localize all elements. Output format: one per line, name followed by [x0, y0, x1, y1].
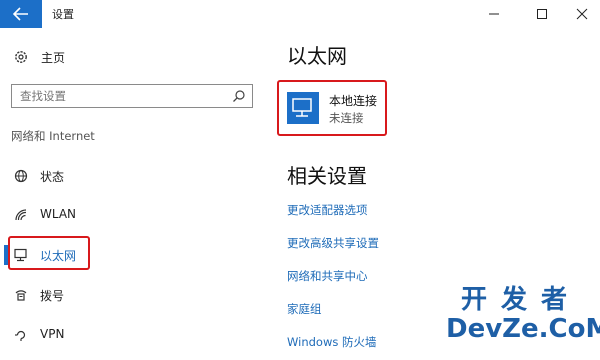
back-arrow-icon	[13, 7, 28, 21]
sidebar-item-dialup[interactable]: 拨号	[0, 280, 255, 310]
watermark-line1: 开发者	[460, 285, 581, 315]
search-icon[interactable]	[232, 89, 246, 103]
sidebar-item-status[interactable]: 状态	[0, 161, 255, 191]
related-settings-title: 相关设置	[287, 164, 367, 188]
connection-name: 本地连接	[329, 94, 378, 108]
connection-item[interactable]: 本地连接 未连接	[277, 80, 387, 136]
maximize-icon	[537, 9, 547, 19]
app-title: 设置	[52, 8, 74, 21]
close-button[interactable]	[566, 0, 598, 28]
link-firewall[interactable]: Windows 防火墙	[287, 334, 377, 350]
title-bar: 设置	[0, 0, 600, 28]
page-title: 以太网	[287, 44, 347, 68]
close-icon	[576, 8, 588, 20]
network-monitor-icon	[292, 98, 312, 117]
section-heading: 网络和 Internet	[11, 129, 95, 143]
highlight-box	[8, 236, 90, 270]
search-input[interactable]	[12, 85, 232, 107]
link-advanced-sharing[interactable]: 更改高级共享设置	[287, 235, 379, 251]
watermark: 开发者 DevZe.CoM	[446, 285, 600, 344]
minimize-button[interactable]	[478, 0, 510, 28]
wifi-icon	[15, 209, 27, 221]
link-adapter-options[interactable]: 更改适配器选项	[287, 202, 368, 218]
dialup-icon	[15, 290, 27, 301]
sidebar-item-label: 状态	[40, 170, 65, 184]
sidebar-item-wlan[interactable]: WLAN	[0, 200, 255, 230]
gear-icon	[15, 51, 27, 63]
sidebar-item-label: VPN	[40, 327, 65, 341]
sidebar-item-label: 拨号	[40, 289, 65, 303]
sidebar-item-label: WLAN	[40, 207, 77, 221]
sidebar-home[interactable]: 主页	[13, 46, 65, 68]
watermark-line2: DevZe.CoM	[446, 314, 600, 344]
minimize-icon	[489, 13, 499, 15]
link-homegroup[interactable]: 家庭组	[287, 301, 322, 317]
link-sharing-center[interactable]: 网络和共享中心	[287, 268, 368, 284]
maximize-button[interactable]	[526, 0, 558, 28]
sidebar-item-vpn[interactable]: VPN	[0, 320, 255, 350]
back-button[interactable]	[0, 0, 42, 28]
sidebar-item-ethernet[interactable]: 以太网	[0, 236, 255, 270]
globe-icon	[14, 169, 28, 183]
home-label: 主页	[41, 50, 66, 65]
connection-tile	[287, 92, 319, 124]
vpn-icon	[15, 330, 26, 341]
search-box[interactable]	[11, 84, 253, 108]
connection-status: 未连接	[329, 111, 364, 125]
